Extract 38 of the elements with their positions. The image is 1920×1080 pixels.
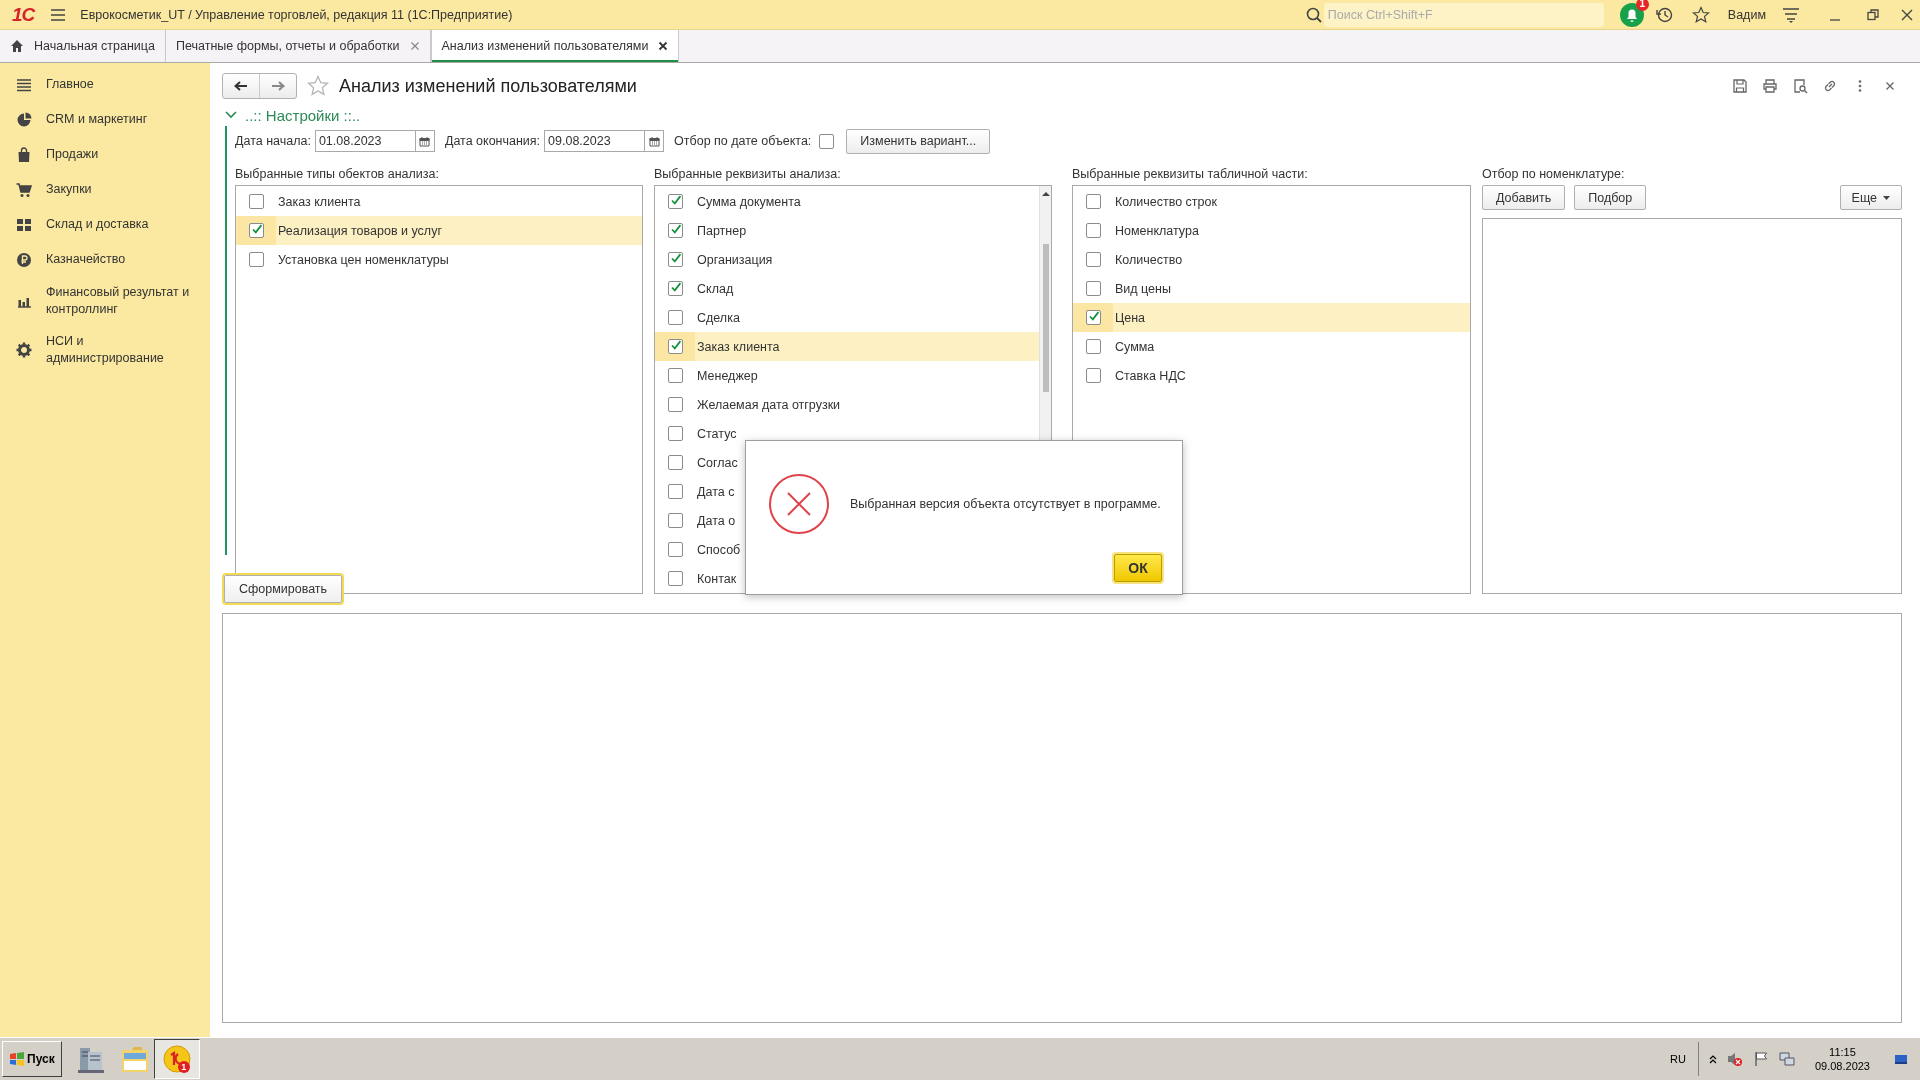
list-label: Выбранные реквизиты табличной части: [1072, 166, 1309, 183]
item-label: Заказ клиента [697, 339, 780, 354]
item-label: Сделка [697, 310, 740, 325]
item-label: Соглас [697, 455, 738, 470]
list-label: Выбранные реквизиты анализа: [654, 166, 842, 183]
clock-date: 09.08.2023 [1814, 1059, 1870, 1073]
item-label: Контак [697, 571, 737, 586]
form-title: Анализ изменений пользователями [339, 75, 637, 97]
item-label: Статус [697, 426, 737, 441]
item-label: Номенклатура [1115, 223, 1199, 238]
window-title: Еврокосметик_UT / Управление торговлей, редакция 11 (1С:Предприятие) [80, 7, 513, 22]
field-label: Отбор по дате объекта: [674, 134, 812, 148]
item-label: Ставка НДС [1115, 368, 1186, 383]
field-label: Дата окончания: [444, 134, 541, 148]
item-label: Желаемая дата отгрузки [697, 397, 841, 412]
filter-label: Отбор по номенклатуре: [1482, 166, 1626, 183]
item-label: Партнер [697, 223, 747, 238]
item-label: Дата с [697, 484, 735, 499]
item-label: Установка цен номенклатуры [278, 252, 449, 267]
item-label: Организация [697, 252, 773, 267]
item-label: Склад [697, 281, 734, 296]
item-label: Вид цены [1115, 281, 1171, 296]
list-label: Выбранные типы обектов анализа: [235, 166, 440, 183]
app-logo: 1С [12, 3, 35, 26]
field-label: Дата начала: [235, 134, 311, 148]
item-label: Реализация товаров и услуг [278, 223, 442, 238]
item-label: Способ [697, 542, 741, 557]
item-label: Цена [1115, 310, 1146, 325]
item-label: Количество [1115, 252, 1183, 267]
item-label: Менеджер [697, 368, 758, 383]
notification-badge: 1 [1635, 0, 1649, 11]
item-label: Сумма [1115, 339, 1155, 354]
item-label: Сумма документа [697, 194, 801, 209]
error-message: Выбранная версия объекта отсутствует в программе. [850, 497, 1161, 511]
clock-time: 11:15 [1829, 1045, 1856, 1059]
item-label: Заказ клиента [278, 194, 361, 209]
item-label: Количество строк [1115, 194, 1217, 209]
item-label: Дата о [697, 513, 736, 528]
